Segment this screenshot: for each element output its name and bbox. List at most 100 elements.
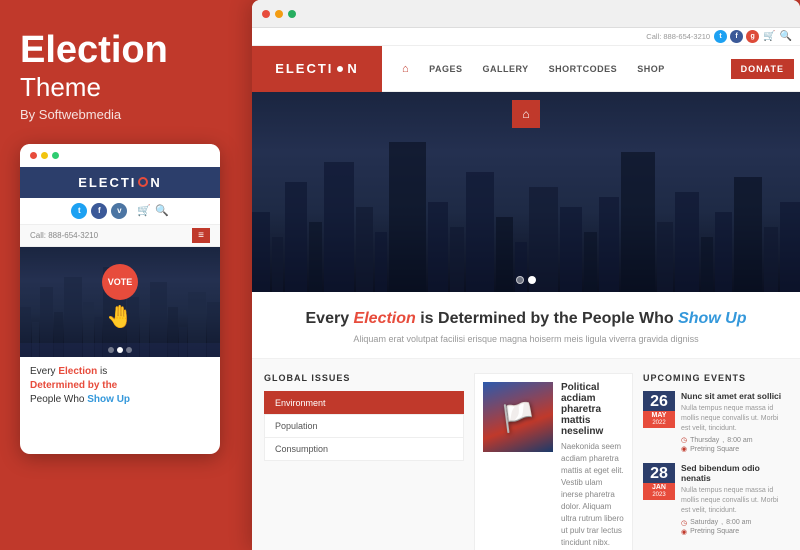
mobile-vk-icon: v xyxy=(111,203,127,219)
mobile-dot-3 xyxy=(126,347,132,353)
desktop-navbar: ELECTI N ⌂ PAGES GALLERY SHORTCODES SHOP… xyxy=(252,46,800,92)
mobile-hero: VOTE 🤚 xyxy=(20,247,220,357)
subtitle-text: Theme xyxy=(20,72,228,103)
nav-shop[interactable]: SHOP xyxy=(627,46,675,92)
event-year-1: 2022 xyxy=(643,420,675,428)
article-section: 🏳️ Political acdiam pharetra mattis nese… xyxy=(474,373,633,550)
issue-population[interactable]: Population xyxy=(264,414,464,437)
event-month-2: JAN xyxy=(643,483,675,492)
tagline-subtitle: Aliquam erat volutpat facilisi erisque m… xyxy=(272,334,780,344)
donate-button[interactable]: DONATE xyxy=(731,59,794,79)
nav-menu: ⌂ PAGES GALLERY SHORTCODES SHOP xyxy=(382,46,731,92)
event-day-label-2: Saturday xyxy=(690,519,718,526)
tagline-election: Election xyxy=(58,366,97,377)
event-meta-1: ◷ Thursday, 8:00 am ◉ Pretring Square xyxy=(681,436,788,453)
mobile-social-bar: t f v 🛒 🔍 xyxy=(20,198,220,224)
tagline-show-up: Show Up xyxy=(87,394,130,405)
twitter-icon[interactable]: t xyxy=(714,30,727,43)
mobile-dot-1 xyxy=(108,347,114,353)
desktop-dot-green xyxy=(288,10,296,18)
top-bar-social: t f g xyxy=(714,30,759,43)
mobile-call-bar: Call: 888-654-3210 ≡ xyxy=(20,224,220,247)
tagline-main: Every Election is Determined by the Peop… xyxy=(272,310,780,328)
logo-text: ELECTI N xyxy=(275,61,359,76)
nav-pages[interactable]: PAGES xyxy=(419,46,472,92)
hand-icon: 🤚 xyxy=(106,304,133,330)
event-title-1: Nunc sit amet erat sollici xyxy=(681,391,788,401)
event-time-label-1: 8:00 am xyxy=(727,437,752,444)
mobile-titlebar xyxy=(20,144,220,167)
event-info-2: Sed bibendum odio nenatis Nulla tempus n… xyxy=(681,463,788,535)
desktop-hero: ⌂ xyxy=(252,92,800,292)
theme-title: Election Theme xyxy=(20,30,228,103)
upcoming-events-section: UPCOMING EVENTS 26 MAY 2022 Nunc sit ame… xyxy=(643,373,788,550)
author-text: By Softwebmedia xyxy=(20,107,228,122)
mobile-facebook-icon: f xyxy=(91,203,107,219)
issues-menu: Environment Population Consumption xyxy=(264,391,464,461)
tagline-is: is xyxy=(100,366,107,377)
mobile-logo-o-icon xyxy=(138,177,148,187)
desktop-dot-red xyxy=(262,10,270,18)
article-body: Naekonida seem acdiam pharetra mattis at… xyxy=(561,441,624,550)
location-icon: ◉ xyxy=(681,445,687,453)
hero-home-button[interactable]: ⌂ xyxy=(512,100,540,128)
left-panel: Election Theme By Softwebmedia ELECTI N … xyxy=(0,0,248,550)
hero-dot-2 xyxy=(528,276,536,284)
event-time-label-2: 8:00 am xyxy=(726,519,751,526)
hero-dot-1 xyxy=(516,276,524,284)
logo-o-icon xyxy=(335,64,345,74)
content-area: GLOBAL ISSUES Environment Population Con… xyxy=(252,359,800,550)
mobile-dot-yellow xyxy=(41,152,48,159)
event-date-2: 28 JAN 2023 xyxy=(643,463,675,500)
mobile-hero-dots xyxy=(20,343,220,357)
event-day-2: 28 xyxy=(643,463,675,483)
event-venue-1: ◉ Pretring Square xyxy=(681,445,788,453)
tagline-show-up: Show Up xyxy=(678,310,746,327)
event-time-1: ◷ Thursday, 8:00 am xyxy=(681,436,788,444)
mobile-dot-2 xyxy=(117,347,123,353)
event-day-1: 26 xyxy=(643,391,675,411)
clock-icon: ◷ xyxy=(681,436,687,444)
event-item-2: 28 JAN 2023 Sed bibendum odio nenatis Nu… xyxy=(643,463,788,535)
event-info-1: Nunc sit amet erat sollici Nulla tempus … xyxy=(681,391,788,453)
mobile-header: ELECTI N xyxy=(20,167,220,198)
search-icon[interactable]: 🔍 xyxy=(780,31,792,42)
mobile-phone-number: Call: 888-654-3210 xyxy=(30,231,98,240)
event-year-2: 2023 xyxy=(643,492,675,500)
tagline-is: is Determined by the People Who xyxy=(420,310,678,327)
nav-home[interactable]: ⌂ xyxy=(392,46,419,92)
article-text: Political acdiam pharetra mattis neselin… xyxy=(561,382,624,550)
top-utility-bar: Call: 888-654-3210 t f g 🛒 🔍 xyxy=(252,28,800,46)
article-image: 🏳️ xyxy=(483,382,553,452)
cart-icon[interactable]: 🛒 xyxy=(763,31,775,42)
desktop-content: Call: 888-654-3210 t f g 🛒 🔍 ELECTI N ⌂ xyxy=(252,28,800,550)
top-bar-phone: Call: 888-654-3210 xyxy=(646,32,710,41)
location-icon-2: ◉ xyxy=(681,528,687,536)
event-venue-label-2: Pretring Square xyxy=(690,528,739,535)
issue-environment[interactable]: Environment xyxy=(264,391,464,414)
clock-icon-2: ◷ xyxy=(681,519,687,527)
global-issues-title: GLOBAL ISSUES xyxy=(264,373,464,383)
vote-badge: VOTE xyxy=(102,264,138,300)
event-meta-2: ◷ Saturday, 8:00 am ◉ Pretring Square xyxy=(681,519,788,536)
tagline-section: Every Election is Determined by the Peop… xyxy=(252,292,800,359)
desktop-preview: Call: 888-654-3210 t f g 🛒 🔍 ELECTI N ⌂ xyxy=(252,0,800,550)
title-text: Election xyxy=(20,30,228,72)
event-date-1: 26 MAY 2022 xyxy=(643,391,675,428)
event-time-2: ◷ Saturday, 8:00 am xyxy=(681,519,788,527)
events-title: UPCOMING EVENTS xyxy=(643,373,788,383)
facebook-icon[interactable]: f xyxy=(730,30,743,43)
tagline-every: Every xyxy=(306,310,354,327)
mobile-menu-button[interactable]: ≡ xyxy=(192,228,210,243)
desktop-titlebar xyxy=(252,0,800,28)
nav-gallery[interactable]: GALLERY xyxy=(473,46,539,92)
global-issues-section: GLOBAL ISSUES Environment Population Con… xyxy=(264,373,464,550)
googleplus-icon[interactable]: g xyxy=(746,30,759,43)
issue-consumption[interactable]: Consumption xyxy=(264,437,464,461)
article-title: Political acdiam pharetra mattis neselin… xyxy=(561,382,624,437)
nav-shortcodes[interactable]: SHORTCODES xyxy=(539,46,628,92)
event-desc-2: Nulla tempus neque massa id mollis neque… xyxy=(681,486,788,515)
tagline-people: People Who xyxy=(30,394,87,405)
event-day-label-1: Thursday xyxy=(690,437,719,444)
mobile-text-section: Every Election is Determined by the Peop… xyxy=(20,357,220,415)
